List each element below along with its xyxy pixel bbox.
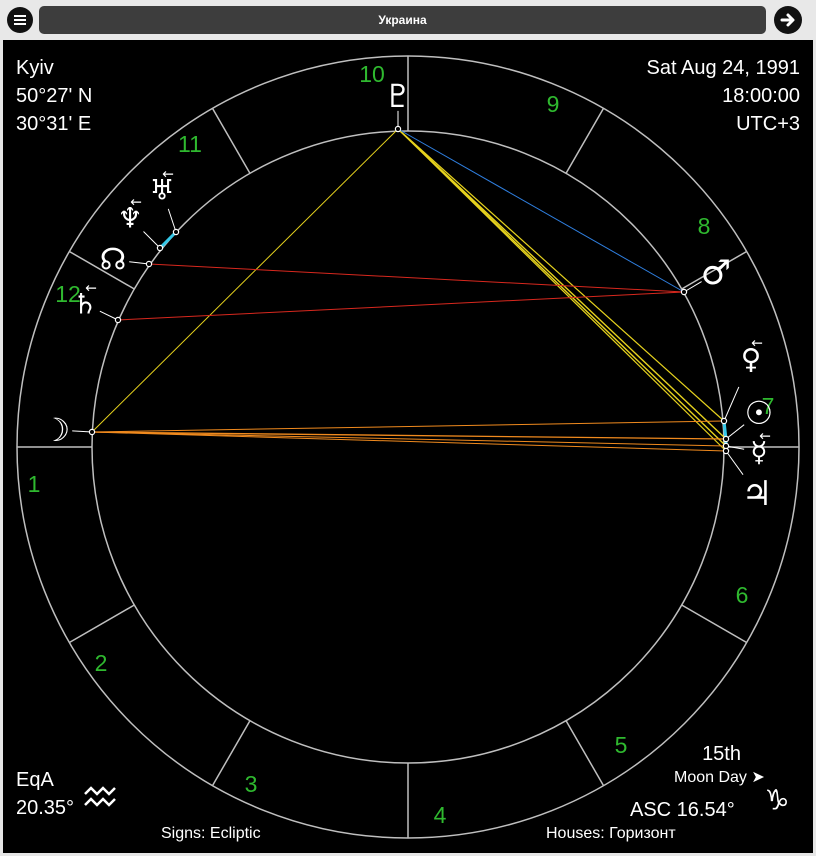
planet-glyphs: ♇♅←♆←☊♄←☽♂♀←☉☿←♃: [42, 77, 774, 514]
aspect-line-saturn-mars: [117, 291, 685, 321]
house-cusp-line: [565, 720, 605, 786]
moon-planet[interactable]: ☽: [42, 411, 96, 449]
house-number-1: 1: [28, 471, 41, 497]
aspect-line-moon-venus: [91, 420, 725, 433]
houses-mode-label: Houses: Горизонт: [546, 825, 676, 842]
longitude: 30°31' E: [16, 113, 92, 135]
neptune-position-dot: [156, 244, 164, 252]
moon-day-label-row[interactable]: Moon Day ➤: [674, 764, 765, 792]
aspect-line-uranus-neptune: [158, 230, 178, 250]
equinox-value: 20.35°: [16, 797, 75, 819]
location-info: Kyiv 50°27' N 30°31' E: [16, 54, 92, 138]
aspect-line-moon-mercury: [91, 431, 727, 447]
jupiter-position-dot: [722, 447, 730, 455]
pluto-position-dot: [394, 125, 402, 133]
svg-text:♑: ♑: [764, 784, 789, 817]
moon-day-arrow-icon[interactable]: ➤: [751, 769, 764, 786]
zodiac-rings: [16, 55, 800, 839]
mars-planet[interactable]: ♂: [680, 253, 731, 296]
chart-timezone: UTC+3: [736, 113, 800, 135]
houses-mode[interactable]: Houses: Горизонт: [546, 820, 676, 848]
chart-date[interactable]: Sat Aug 24, 1991: [647, 54, 800, 82]
retrograde-arrow-icon: ←: [130, 195, 142, 211]
mercury-planet[interactable]: ☿←: [722, 429, 771, 469]
equinox-label: EqA: [16, 769, 54, 791]
moon-icon[interactable]: ☽: [42, 411, 71, 449]
jupiter-pointer-line: [725, 450, 744, 475]
node-icon[interactable]: ☊: [100, 243, 127, 278]
house-number-2: 2: [95, 650, 108, 676]
neptune-pointer-line: [143, 231, 161, 249]
signs-mode[interactable]: Signs: Ecliptic: [161, 820, 261, 848]
sun-icon[interactable]: ☉: [745, 394, 774, 432]
mars-position-dot: [680, 288, 688, 296]
aspect-line-pluto-venus: [397, 128, 725, 422]
mars-icon[interactable]: ♂: [701, 253, 731, 293]
sun-position-dot: [722, 435, 730, 443]
aspect-line-moon-sun: [91, 431, 727, 440]
house-number-9: 9: [547, 91, 560, 117]
moon-day-label: Moon Day: [674, 769, 747, 786]
house-cusp-line: [211, 108, 251, 174]
ascendant-label: ASC 16.54°: [630, 799, 735, 821]
uranus-position-dot: [172, 228, 180, 236]
house-number-3: 3: [245, 771, 258, 797]
jupiter-icon[interactable]: ♃: [742, 474, 772, 514]
house-cusp-line: [69, 604, 135, 644]
node-position-dot: [145, 260, 153, 268]
capricorn-icon: ♑: [764, 784, 789, 817]
venus-position-dot: [720, 417, 728, 425]
retrograde-arrow-icon: ←: [751, 336, 763, 352]
equinox-info: EqA 20.35°: [16, 766, 74, 822]
datetime-info[interactable]: Sat Aug 24, 1991 18:00:00 UTC+3: [647, 54, 800, 138]
uranus-pointer-line: [167, 208, 177, 233]
retrograde-arrow-icon: ←: [759, 429, 771, 445]
saturn-position-dot: [114, 316, 122, 324]
pluto-icon[interactable]: ♇: [384, 77, 413, 115]
moon-position-dot: [88, 428, 96, 436]
house-cusp-line: [565, 108, 605, 174]
retrograde-arrow-icon: ←: [85, 281, 97, 297]
aspect-line-pluto-jupiter: [397, 128, 727, 452]
house-cusp-line: [681, 604, 747, 644]
house-number-4: 4: [434, 802, 447, 828]
venus-pointer-line: [723, 386, 740, 422]
house-cusp-lines: [17, 56, 799, 838]
uranus-planet[interactable]: ♅←: [149, 167, 180, 236]
city-name: Kyiv: [16, 57, 54, 79]
house-number-10: 10: [359, 61, 385, 87]
aspect-line-node-mars: [148, 263, 685, 293]
retrograde-arrow-icon: ←: [162, 167, 174, 183]
aquarius-icon: [84, 786, 116, 807]
latitude: 50°27' N: [16, 85, 93, 107]
natal-chart-panel[interactable]: 1 2 3 4 5 6 7 8 9 10 11 12 ♇ ♅ ← ♆ ← ☊ ♄ ← ☽ ♂ ♀ ← ☉ ☿ ← ♃ ♑ Kyiv …: [3, 40, 813, 853]
aspect-lines: [91, 128, 728, 452]
signs-mode-label: Signs: Ecliptic: [161, 825, 261, 842]
house-number-6: 6: [736, 582, 749, 608]
chart-time[interactable]: 18:00:00: [647, 82, 800, 110]
aspect-line-pluto-sun: [397, 128, 727, 440]
house-number-11: 11: [178, 131, 202, 157]
node-planet[interactable]: ☊: [100, 243, 153, 278]
saturn-planet[interactable]: ♄←: [72, 281, 122, 324]
house-number-8: 8: [698, 213, 711, 239]
sun-pointer-line: [725, 424, 745, 440]
house-number-5: 5: [615, 732, 628, 758]
aspect-line-pluto-moon: [91, 128, 399, 433]
